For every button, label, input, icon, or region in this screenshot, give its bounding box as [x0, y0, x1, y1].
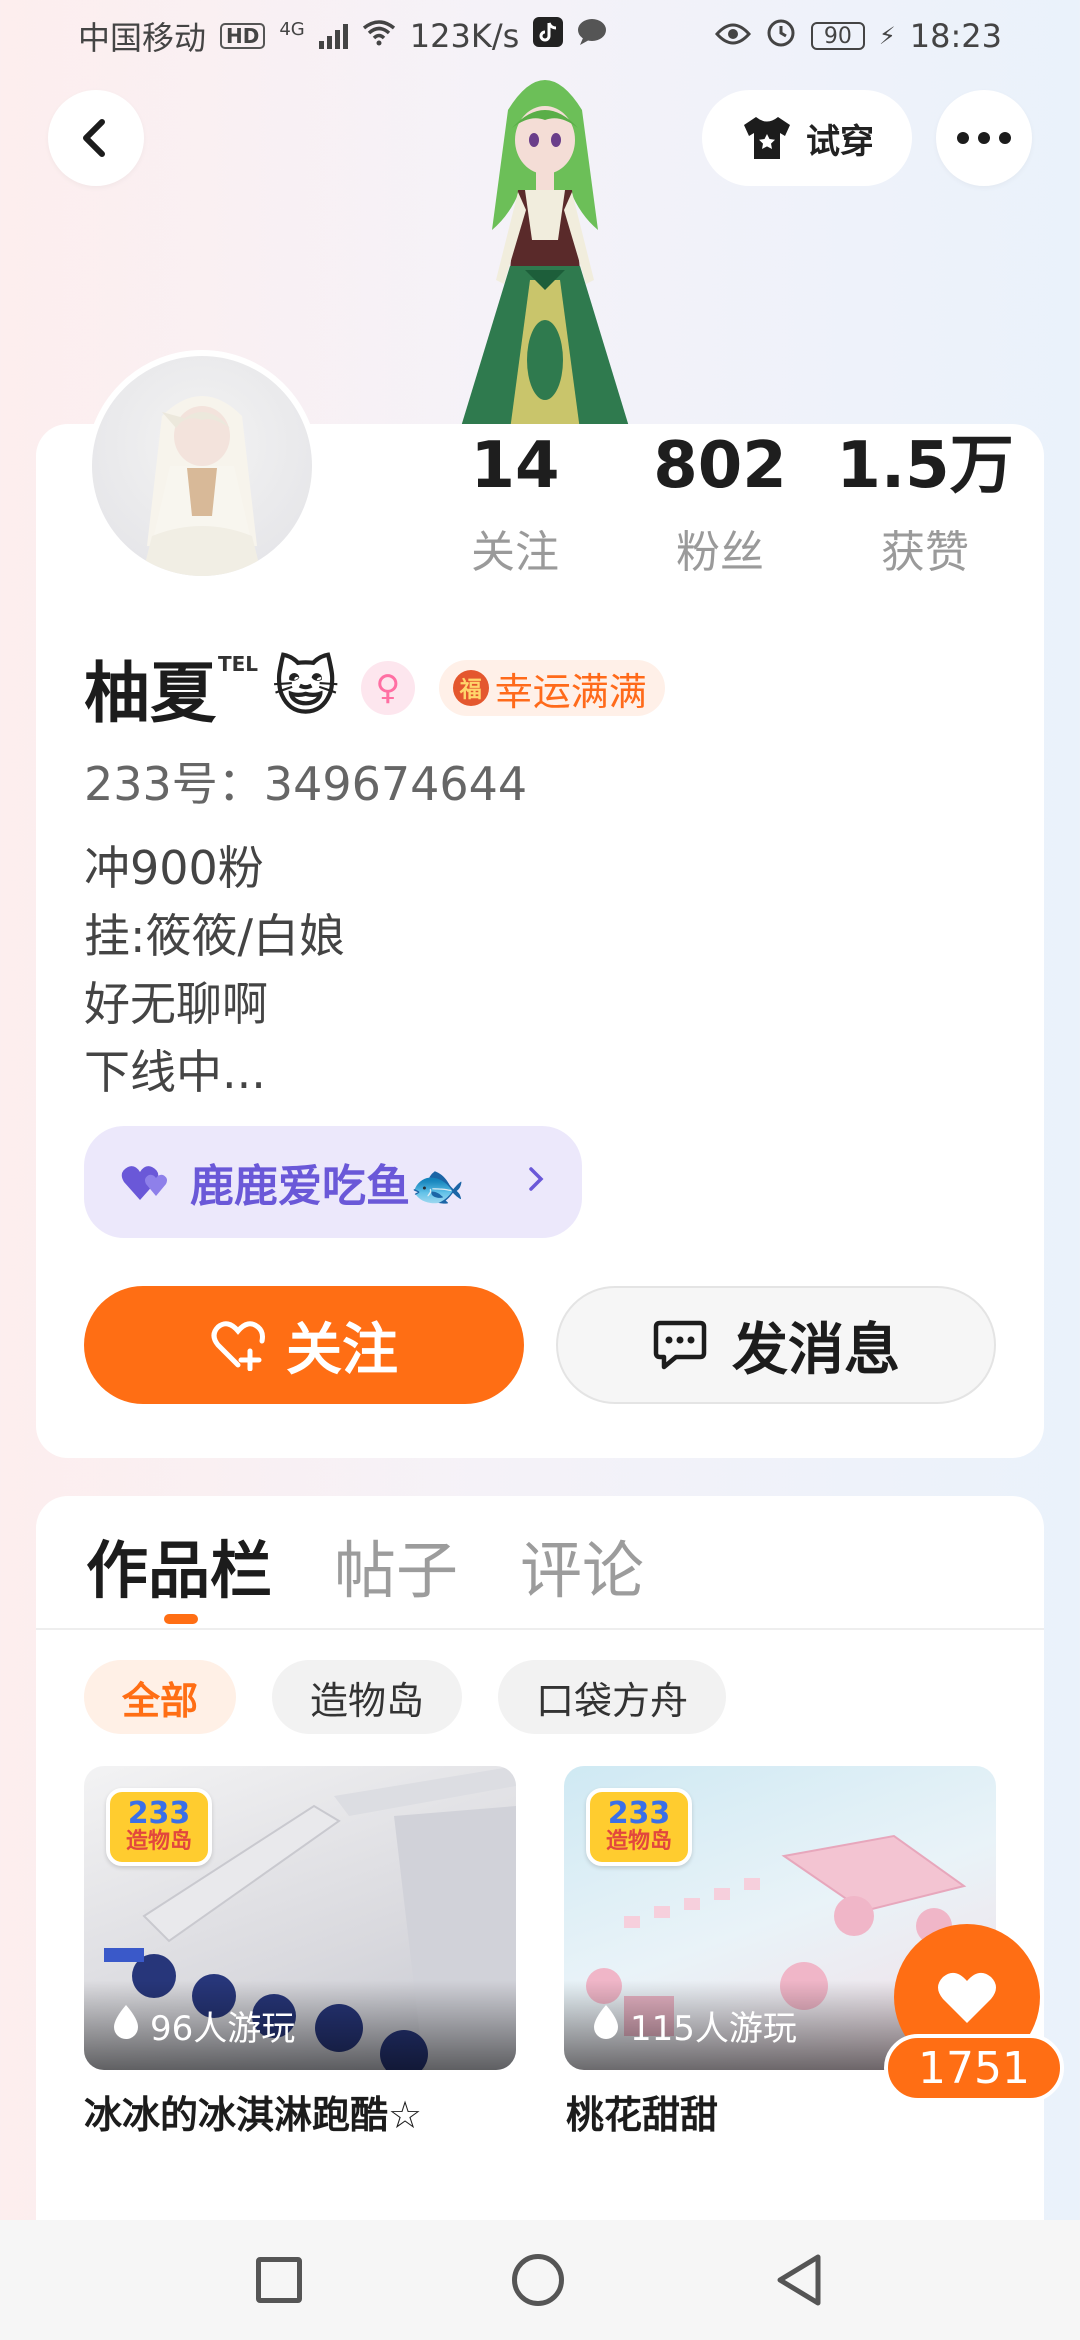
back-triangle-icon[interactable]: [774, 2253, 824, 2307]
fan-tag-button[interactable]: 鹿鹿爱吃鱼🐟: [84, 1126, 582, 1238]
game-logo: 233 造物岛: [106, 1788, 212, 1866]
stats-row: 14 关注 802 粉丝 1.5万 获赞: [420, 430, 1020, 580]
bio-line: 好无聊啊: [84, 977, 268, 1031]
double-heart-icon: [121, 1166, 167, 1200]
chevron-right-icon: [526, 1162, 546, 1203]
more-dots-icon: [957, 132, 1011, 144]
avatar[interactable]: [86, 350, 318, 582]
bio-line: 下线中...: [84, 1045, 266, 1099]
stat-value: 1.5万: [836, 429, 1014, 503]
battery-indicator: 90: [810, 22, 865, 50]
gender-female-icon: ♀: [360, 661, 415, 715]
stat-likes[interactable]: 1.5万 获赞: [830, 430, 1020, 580]
try-on-label: 试穿: [806, 121, 874, 162]
bio-line: 冲900粉: [84, 841, 264, 895]
heart-icon: [938, 1972, 996, 2023]
follow-label: 关注: [286, 1317, 398, 1383]
stat-following[interactable]: 14 关注: [420, 430, 610, 580]
send-message-button[interactable]: 发消息: [556, 1286, 996, 1404]
name-row: 柚夏 TEL 😺 ♀ 福 幸运满满: [84, 640, 665, 736]
network-type: 4G: [279, 19, 305, 40]
clock-time: 18:23: [909, 17, 1002, 55]
wifi-icon: [362, 18, 396, 54]
user-id[interactable]: 233号：349674644: [84, 748, 527, 814]
tshirt-icon: [744, 117, 790, 159]
luck-badge-label: 幸运满满: [494, 669, 647, 714]
stat-fans[interactable]: 802 粉丝: [625, 430, 815, 580]
bio-line: 挂:筱筱/白娘: [84, 909, 345, 963]
divider: [36, 1628, 1044, 1630]
stat-label: 获赞: [881, 527, 969, 578]
hd-badge: HD: [220, 23, 266, 49]
game-logo: 233 造物岛: [586, 1788, 692, 1866]
like-count: 1751: [884, 2034, 1064, 2102]
stat-value: 14: [470, 429, 560, 503]
home-button[interactable]: [512, 2254, 564, 2306]
carrier-text: 中国移动: [78, 19, 207, 57]
lucky-bag-icon: 福: [452, 670, 489, 706]
game-stats-overlay: 96人游玩: [84, 1980, 516, 2070]
cat-emoji: 😺: [272, 651, 339, 725]
stat-value: 802: [653, 429, 787, 503]
more-options-button[interactable]: [936, 90, 1032, 186]
tab-posts[interactable]: 帖子: [334, 1520, 458, 1610]
name-tag: TEL: [218, 652, 259, 676]
luck-badge[interactable]: 福 幸运满满: [438, 660, 665, 716]
content-tabs: 作品栏 帖子 评论: [86, 1520, 644, 1610]
follow-button[interactable]: 关注: [84, 1286, 524, 1404]
chip-all[interactable]: 全部: [84, 1660, 237, 1734]
heart-plus-icon: [211, 1321, 265, 1371]
username: 柚夏: [84, 655, 216, 732]
chip-pocket-ark[interactable]: 口袋方舟: [498, 1660, 727, 1734]
game-logo-bottom: 造物岛: [605, 1829, 672, 1854]
chat-bubble-icon: [653, 1320, 707, 1370]
alarm-icon: [765, 16, 797, 56]
game-logo-bottom: 造物岛: [125, 1829, 192, 1854]
avatar-figure-image: [430, 40, 660, 430]
stat-label: 关注: [471, 527, 559, 578]
game-logo-top: 233: [127, 1796, 191, 1831]
filter-chips: 全部 造物岛 口袋方舟: [84, 1660, 727, 1734]
bio: 冲900粉 挂:筱筱/白娘 好无聊啊 下线中...: [84, 834, 345, 1106]
game-title[interactable]: 桃花甜甜: [566, 2084, 718, 2139]
game-title[interactable]: 冰冰的冰淇淋跑酷☆: [84, 2084, 422, 2139]
tab-comments[interactable]: 评论: [520, 1520, 644, 1610]
flame-icon: [112, 2003, 140, 2047]
player-count: 96人游玩: [150, 2008, 296, 2049]
floating-like-button[interactable]: 1751: [884, 1924, 1076, 2102]
back-button[interactable]: [48, 90, 144, 186]
game-card[interactable]: 233 造物岛 96人游玩: [84, 1766, 516, 2070]
system-navigation-bar: [0, 2220, 1080, 2340]
eye-icon: [714, 19, 751, 54]
tab-indicator: [164, 1614, 198, 1624]
player-count: 115人游玩: [630, 2008, 797, 2049]
chevron-left-icon: [83, 119, 105, 157]
chip-creation-island[interactable]: 造物岛: [272, 1660, 463, 1734]
try-on-button[interactable]: 试穿: [702, 90, 912, 186]
recent-apps-button[interactable]: [256, 2257, 302, 2303]
message-label: 发消息: [732, 1317, 900, 1383]
charging-icon: ⚡: [878, 22, 896, 50]
fan-tag-label: 鹿鹿爱吃鱼🐟: [190, 1161, 465, 1212]
signal-icon: [318, 23, 348, 49]
game-logo-top: 233: [607, 1796, 671, 1831]
stat-label: 粉丝: [676, 527, 764, 578]
tab-works[interactable]: 作品栏: [86, 1520, 272, 1610]
flame-icon: [592, 2003, 620, 2047]
